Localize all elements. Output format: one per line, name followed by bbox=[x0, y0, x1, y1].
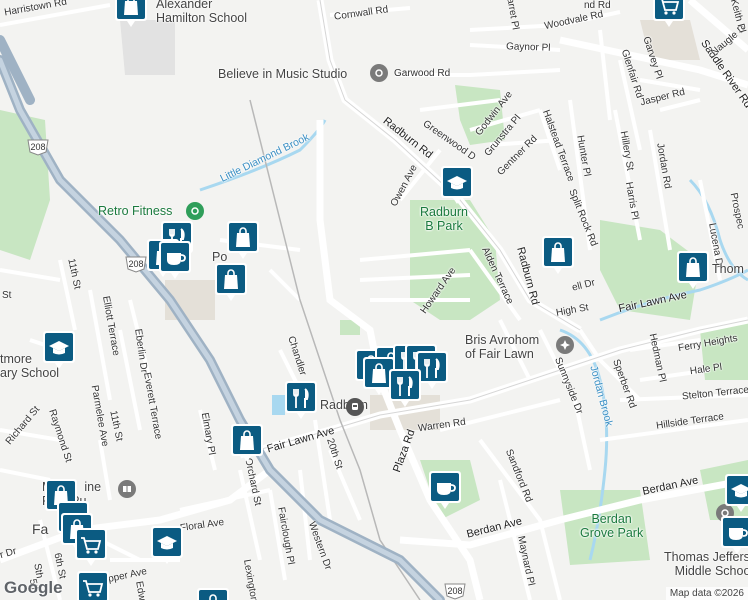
shopping-bag-icon[interactable] bbox=[230, 423, 264, 463]
shopping-bag-icon[interactable] bbox=[676, 250, 710, 290]
park-label-radburn[interactable]: Radburn B Park bbox=[420, 205, 468, 233]
coffee-cup-icon[interactable] bbox=[720, 515, 748, 555]
shopping-bag-icon[interactable] bbox=[214, 262, 248, 302]
google-logo: Google bbox=[4, 578, 63, 597]
school-cap-icon[interactable] bbox=[150, 525, 184, 565]
shield-label: 208 bbox=[128, 259, 143, 269]
shopping-bag-icon[interactable] bbox=[541, 235, 575, 275]
shopping-bag-icon[interactable] bbox=[196, 587, 230, 600]
shield-label: 208 bbox=[447, 586, 462, 596]
religious-place-icon[interactable] bbox=[556, 336, 574, 354]
shopping-bag-icon[interactable] bbox=[226, 220, 260, 260]
poi-label-bris-avrohom[interactable]: Bris Avrohom of Fair Lawn bbox=[465, 333, 539, 361]
highway-208-shield: 208 bbox=[124, 255, 148, 273]
library-book-icon[interactable] bbox=[118, 480, 136, 498]
shopping-cart-icon[interactable] bbox=[652, 0, 686, 28]
map-attribution[interactable]: Map data ©2026 bbox=[665, 587, 748, 600]
road-label-garwood: Garwood Rd bbox=[394, 68, 451, 79]
park-label-berdan-grove[interactable]: Berdan Grove Park bbox=[580, 512, 643, 540]
poi-label-alexander-hamilton[interactable]: Alexander Hamilton School bbox=[156, 0, 247, 25]
map-canvas[interactable]: 208 208 208 Harristown Rd Cornwall Rd Wo… bbox=[0, 0, 748, 600]
shopping-cart-icon[interactable] bbox=[76, 570, 110, 600]
fork-knife-icon[interactable] bbox=[284, 380, 318, 420]
coffee-cup-icon[interactable] bbox=[428, 470, 462, 510]
fork-knife-icon[interactable] bbox=[388, 368, 422, 408]
poi-label-retro-fitness[interactable]: Retro Fitness bbox=[98, 204, 172, 218]
shopping-cart-icon[interactable] bbox=[74, 527, 108, 567]
poi-label-fa: Fa bbox=[32, 521, 49, 537]
poi-label-music-studio[interactable]: Believe in Music Studio bbox=[218, 67, 347, 81]
road-label-gaynor: Gaynor Pl bbox=[505, 41, 551, 54]
coffee-cup-icon[interactable] bbox=[158, 240, 192, 280]
road-label-st: St bbox=[2, 290, 12, 301]
fitness-place-icon[interactable] bbox=[186, 202, 204, 220]
highway-208-shield: 208 bbox=[26, 138, 50, 156]
shield-label: 208 bbox=[30, 142, 45, 152]
place-dot-icon[interactable] bbox=[370, 64, 388, 82]
school-cap-icon[interactable] bbox=[440, 165, 474, 205]
highway-208-shield: 208 bbox=[443, 582, 467, 600]
poi-label-thom[interactable]: Thom bbox=[712, 262, 744, 276]
school-cap-icon[interactable] bbox=[42, 330, 76, 370]
school-cap-icon[interactable] bbox=[724, 473, 748, 513]
road-label-nd: nd Rd bbox=[584, 0, 611, 11]
train-icon[interactable] bbox=[346, 398, 364, 416]
shopping-bag-icon[interactable] bbox=[114, 0, 148, 28]
road-label-sth: Sth bbox=[31, 562, 45, 580]
